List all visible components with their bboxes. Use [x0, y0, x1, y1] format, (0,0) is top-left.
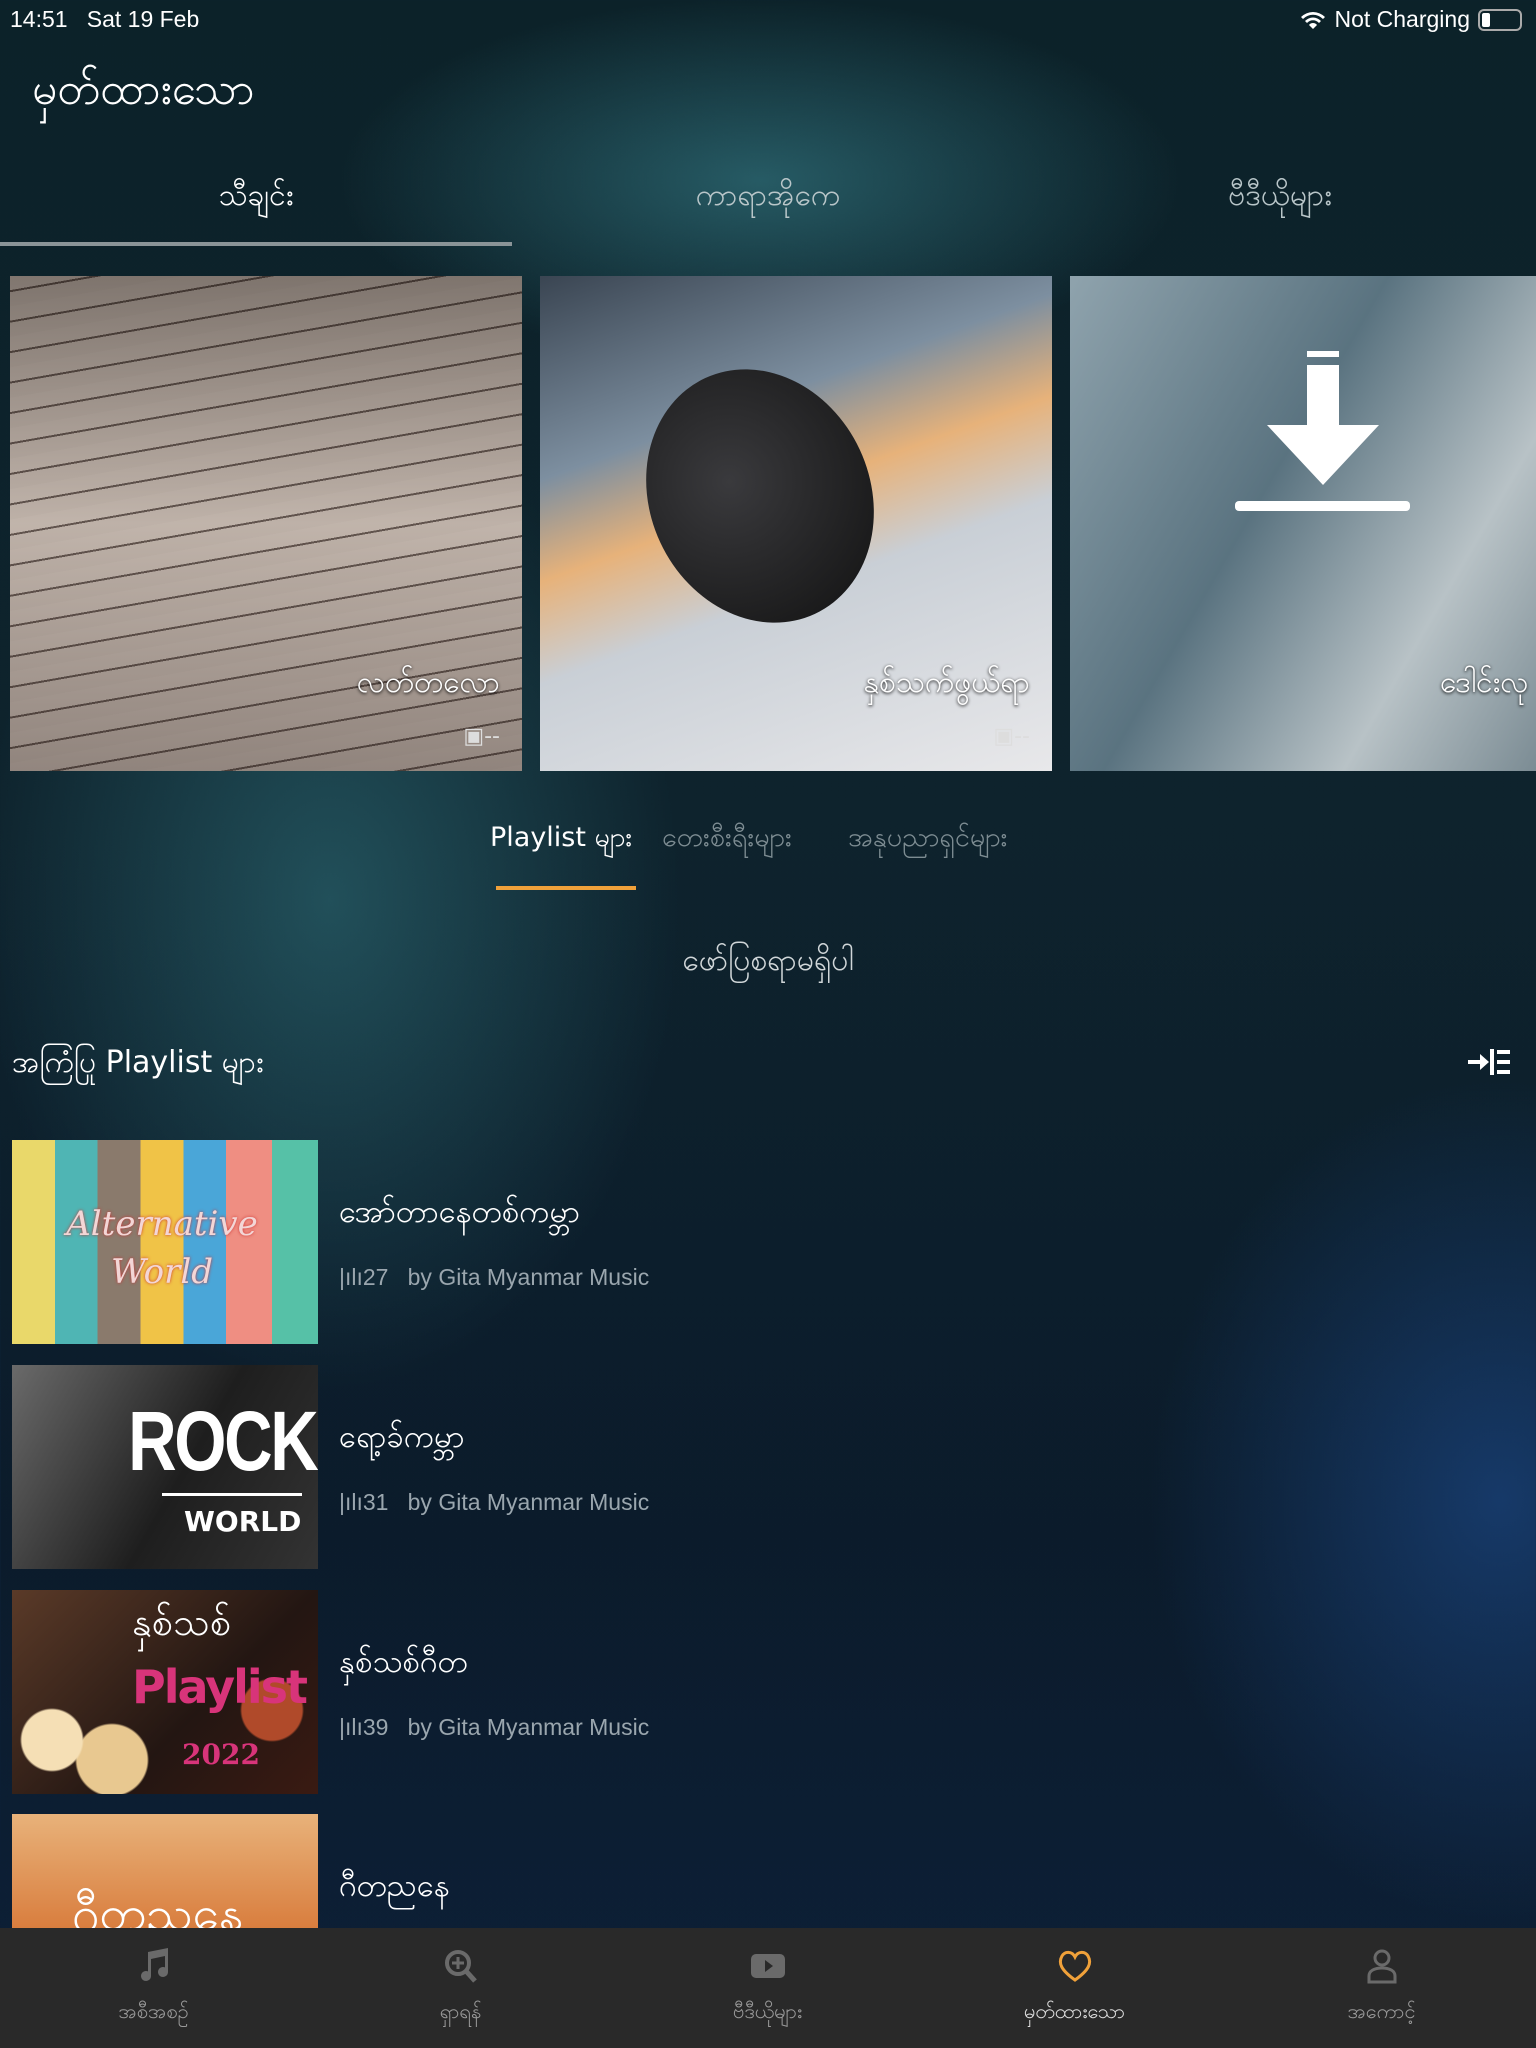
- search-icon: [444, 1950, 477, 1983]
- waveform-icon: |ılı: [339, 1264, 363, 1290]
- wifi-icon: [1301, 11, 1326, 29]
- section-title: အကြံပြု Playlist များ: [12, 1045, 264, 1080]
- playlist-meta: |ılı31 by Gita Myanmar Music: [339, 1489, 650, 1515]
- playlist-thumbnail: ဂီတညနေ: [12, 1814, 318, 1928]
- playlist-title: ရော့ခ်ကမ္ဘာ: [339, 1419, 465, 1455]
- playlist-meta: |ılı27 by Gita Myanmar Music: [339, 1264, 650, 1290]
- subtab-series[interactable]: တေးစီးရီးများ: [662, 820, 792, 860]
- playlist-item[interactable]: ROCK WORLD ရော့ခ်ကမ္ဘာ |ılı31 by Gita My…: [12, 1365, 1512, 1569]
- card-label: နှစ်သက်ဖွယ်ရာ: [863, 665, 1030, 700]
- expand-list-icon[interactable]: [1468, 1049, 1510, 1075]
- card-label: လတ်တလော: [356, 665, 500, 700]
- card-count: ▣--: [993, 724, 1030, 749]
- status-time: 14:51 Sat 19 Feb: [10, 6, 200, 32]
- subtab-indicator: [496, 886, 636, 890]
- tab-karaoke[interactable]: ကာရာအိုကေ: [512, 175, 1024, 220]
- card-label: ဒေါင်းလု: [1440, 665, 1529, 700]
- subtab-artists[interactable]: အနုပညာရှင်များ: [848, 820, 1007, 860]
- battery-icon: [1478, 8, 1522, 31]
- status-right: Not Charging: [1300, 6, 1522, 33]
- music-file-icon: ▣: [463, 724, 485, 749]
- playlist-thumbnail: ROCK WORLD: [12, 1365, 318, 1569]
- nav-videos[interactable]: ဗီဒီယိုများ: [614, 1928, 921, 2048]
- nav-saved[interactable]: မှတ်ထားသော: [921, 1928, 1228, 2048]
- play-icon: [750, 1954, 785, 1978]
- playlist-title: ဂီတညနေ: [339, 1868, 450, 1904]
- music-note-icon: [140, 1948, 168, 1981]
- tab-videos[interactable]: ဗီဒီယိုများ: [1024, 175, 1536, 220]
- music-file-icon: ▣: [993, 724, 1015, 749]
- bottom-nav: အစီအစဉ် ရှာရန် ဗီဒီယိုများ မှတ်ထားသော အက…: [0, 1928, 1536, 2048]
- waveform-icon: |ılı: [339, 1489, 363, 1515]
- playlist-title: အော်တာနေတစ်ကမ္ဘာ: [339, 1194, 581, 1230]
- user-icon: [1367, 1949, 1396, 1984]
- page-title: မှတ်ထားသော: [32, 64, 255, 115]
- heart-icon: [1058, 1950, 1091, 1982]
- playlist-item[interactable]: Alternative World အော်တာနေတစ်ကမ္ဘာ |ılı2…: [12, 1140, 1512, 1344]
- card-downloads[interactable]: ဒေါင်းလု: [1070, 276, 1536, 771]
- playlist-meta: |ılı39 by Gita Myanmar Music: [339, 1714, 650, 1740]
- waveform-icon: |ılı: [339, 1714, 363, 1740]
- empty-message: ဖော်ပြစရာမရှိပါ: [682, 943, 854, 978]
- playlist-thumbnail: Alternative World: [12, 1140, 318, 1344]
- card-favorites[interactable]: နှစ်သက်ဖွယ်ရာ ▣--: [540, 276, 1052, 771]
- tab-songs[interactable]: သီချင်း: [0, 175, 512, 220]
- subtab-playlists[interactable]: Playlist များ: [490, 820, 632, 860]
- playlist-item[interactable]: ဂီတညနေ ဂီတညနေ: [12, 1814, 1512, 1928]
- nav-home[interactable]: အစီအစဉ်: [0, 1928, 307, 2048]
- charging-status: Not Charging: [1334, 6, 1470, 32]
- card-count: ▣--: [463, 724, 500, 749]
- card-recent[interactable]: လတ်တလော ▣--: [10, 276, 522, 771]
- nav-account[interactable]: အကောင့်: [1228, 1928, 1535, 2048]
- download-icon: [1235, 351, 1410, 511]
- tab-indicator: [0, 242, 512, 246]
- playlist-title: နှစ်သစ်ဂီတ: [339, 1644, 468, 1680]
- playlist-thumbnail: နှစ်သစ် Playlist 2022: [12, 1590, 318, 1794]
- nav-search[interactable]: ရှာရန်: [307, 1928, 614, 2048]
- playlist-item[interactable]: နှစ်သစ် Playlist 2022 နှစ်သစ်ဂီတ |ılı39 …: [12, 1590, 1512, 1794]
